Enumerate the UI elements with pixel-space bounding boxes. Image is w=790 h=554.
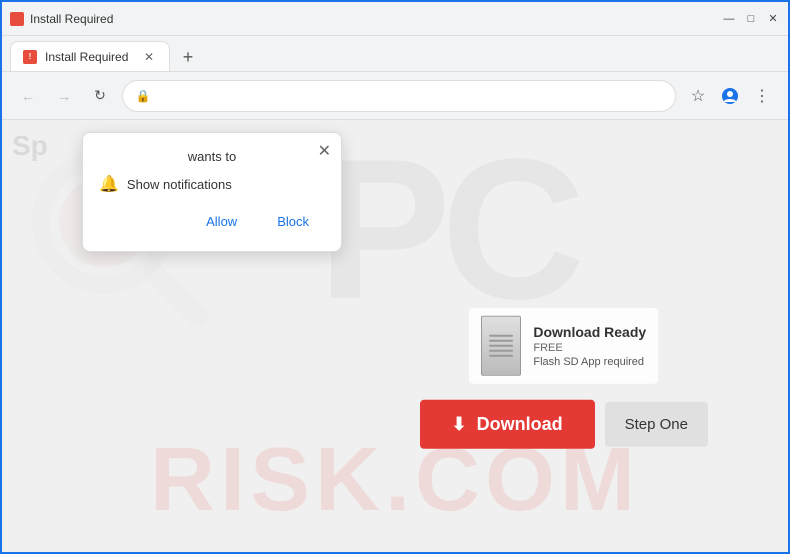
tab-close-button[interactable]: ✕ — [141, 49, 157, 65]
download-button-label: Download — [477, 414, 563, 435]
title-bar: Install Required — □ ✕ — [2, 2, 788, 36]
download-section: Download Ready FREE Flash SD App require… — [420, 308, 708, 449]
notification-popup: ✕ wants to 🔔 Show notifications Allow Bl… — [82, 132, 342, 252]
maximize-button[interactable]: □ — [744, 12, 758, 26]
app-icon-line-4 — [489, 350, 513, 352]
forward-button[interactable]: → — [50, 82, 78, 110]
block-button[interactable]: Block — [261, 208, 325, 235]
address-bar: ← → ↻ 🔒 ☆ ⋮ — [2, 72, 788, 120]
menu-button[interactable]: ⋮ — [748, 82, 776, 110]
address-input[interactable]: 🔒 — [122, 80, 676, 112]
account-button[interactable] — [716, 82, 744, 110]
download-info-box: Download Ready FREE Flash SD App require… — [469, 308, 658, 384]
app-icon-line-1 — [489, 335, 513, 337]
toolbar-icons: ☆ ⋮ — [684, 82, 776, 110]
window-title: Install Required — [30, 12, 113, 26]
download-button-row: ⬇ Download Step One — [420, 400, 708, 449]
browser-window: Install Required — □ ✕ ! Install Require… — [0, 0, 790, 554]
back-button[interactable]: ← — [14, 82, 42, 110]
show-notifications-text: Show notifications — [127, 177, 232, 192]
allow-button[interactable]: Allow — [190, 208, 253, 235]
app-icon-line-3 — [489, 345, 513, 347]
title-favicon — [10, 12, 24, 26]
free-label: FREE — [533, 342, 646, 354]
app-icon-line-5 — [489, 355, 513, 357]
tab-favicon: ! — [23, 50, 37, 64]
sd-logo: Sp — [12, 130, 48, 162]
app-icon — [481, 316, 521, 376]
popup-close-button[interactable]: ✕ — [318, 141, 331, 161]
minimize-button[interactable]: — — [722, 12, 736, 26]
lock-icon: 🔒 — [135, 88, 151, 104]
notification-row: 🔔 Show notifications — [99, 174, 325, 194]
step-one-button[interactable]: Step One — [605, 402, 708, 447]
tab-title: Install Required — [45, 50, 133, 64]
page-content: PC RISK.COM Sp ✕ wants to 🔔 Show notific… — [2, 120, 788, 552]
download-meta: Download Ready FREE Flash SD App require… — [533, 324, 646, 368]
requirement-label: Flash SD App required — [533, 356, 646, 368]
bookmark-button[interactable]: ☆ — [684, 82, 712, 110]
active-tab[interactable]: ! Install Required ✕ — [10, 41, 170, 71]
tab-bar: ! Install Required ✕ + — [2, 36, 788, 72]
bell-icon: 🔔 — [99, 174, 119, 194]
window-controls: — □ ✕ — [722, 12, 780, 26]
popup-wants-to: wants to — [99, 149, 325, 164]
close-button[interactable]: ✕ — [766, 12, 780, 26]
download-arrow-icon: ⬇ — [452, 414, 467, 435]
download-button[interactable]: ⬇ Download — [420, 400, 595, 449]
popup-buttons: Allow Block — [99, 208, 325, 235]
app-icon-line-2 — [489, 340, 513, 342]
pc-watermark: PC — [318, 130, 576, 330]
download-ready-label: Download Ready — [533, 324, 646, 340]
new-tab-button[interactable]: + — [174, 43, 202, 71]
refresh-button[interactable]: ↻ — [86, 82, 114, 110]
